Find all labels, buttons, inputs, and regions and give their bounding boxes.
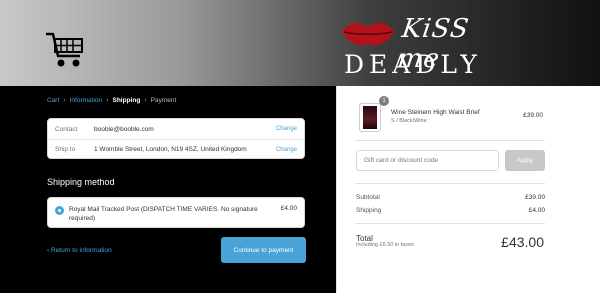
quantity-badge: 1	[379, 96, 389, 106]
breadcrumb: Cart › Information › Shipping › Payment	[47, 97, 176, 104]
product-variant: S / Black/Wine	[391, 118, 427, 124]
order-summary: 1 Wine Steinem High Waist Brief S / Blac…	[336, 86, 600, 293]
tax-note: Including £6.50 in taxes	[356, 242, 414, 248]
contact-value: booble@booble.com	[94, 125, 154, 133]
contact-row: Contact booble@booble.com Change	[48, 119, 304, 139]
subtotal-row: Subtotal £39.00	[356, 194, 545, 201]
apply-button[interactable]: Apply	[505, 150, 545, 171]
product-image	[363, 106, 377, 129]
ship-to-value: 1 Womble Street, London, N19 4SZ, United…	[94, 146, 247, 153]
return-link-label: Return to information	[50, 247, 112, 254]
chevron-right-icon: ›	[144, 97, 147, 104]
shipping-method-title: Shipping method	[47, 177, 115, 187]
total-value: £43.00	[501, 234, 544, 250]
lips-icon	[342, 23, 394, 46]
review-card: Contact booble@booble.com Change Ship to…	[47, 118, 305, 159]
shipping-value: £4.00	[528, 207, 545, 214]
product-thumbnail	[359, 103, 381, 132]
checkout-main: Cart › Information › Shipping › Payment …	[0, 86, 336, 293]
contact-label: Contact	[55, 125, 78, 133]
divider	[355, 183, 545, 184]
header-banner: KiSS me DEADLY	[0, 0, 600, 86]
subtotal-label: Subtotal	[356, 194, 380, 201]
product-name: Wine Steinem High Waist Brief	[391, 109, 480, 116]
logo-text-bottom: DEADLY	[344, 50, 482, 79]
shipping-option-radio[interactable]	[55, 206, 64, 215]
change-contact-link[interactable]: Change	[276, 126, 297, 132]
breadcrumb-information[interactable]: Information	[70, 97, 103, 104]
shopping-cart-icon[interactable]	[44, 30, 86, 70]
product-price: £39.00	[523, 112, 543, 119]
divider	[355, 140, 545, 141]
divider	[355, 223, 545, 224]
ship-to-label: Ship to	[55, 146, 76, 153]
discount-code-input[interactable]: Gift card or discount code	[356, 150, 499, 171]
ship-to-row: Ship to 1 Womble Street, London, N19 4SZ…	[48, 139, 304, 159]
store-logo[interactable]: KiSS me DEADLY	[340, 8, 510, 80]
change-address-link[interactable]: Change	[276, 147, 297, 153]
breadcrumb-shipping: Shipping	[112, 97, 141, 104]
breadcrumb-payment: Payment	[150, 97, 177, 104]
chevron-right-icon: ›	[63, 97, 66, 104]
shipping-option-name: Royal Mail Tracked Post (DISPATCH TIME V…	[69, 206, 258, 222]
chevron-right-icon: ›	[106, 97, 109, 104]
breadcrumb-cart[interactable]: Cart	[47, 97, 59, 104]
continue-to-payment-button[interactable]: Continue to payment	[221, 237, 306, 263]
shipping-label: Shipping	[356, 207, 382, 214]
shipping-option-price: £4.00	[280, 205, 297, 212]
return-to-information-link[interactable]: ‹ Return to information	[47, 247, 112, 254]
shipping-row: Shipping £4.00	[356, 207, 545, 214]
subtotal-value: £39.00	[525, 194, 545, 201]
shipping-option[interactable]: Royal Mail Tracked Post (DISPATCH TIME V…	[47, 197, 305, 228]
